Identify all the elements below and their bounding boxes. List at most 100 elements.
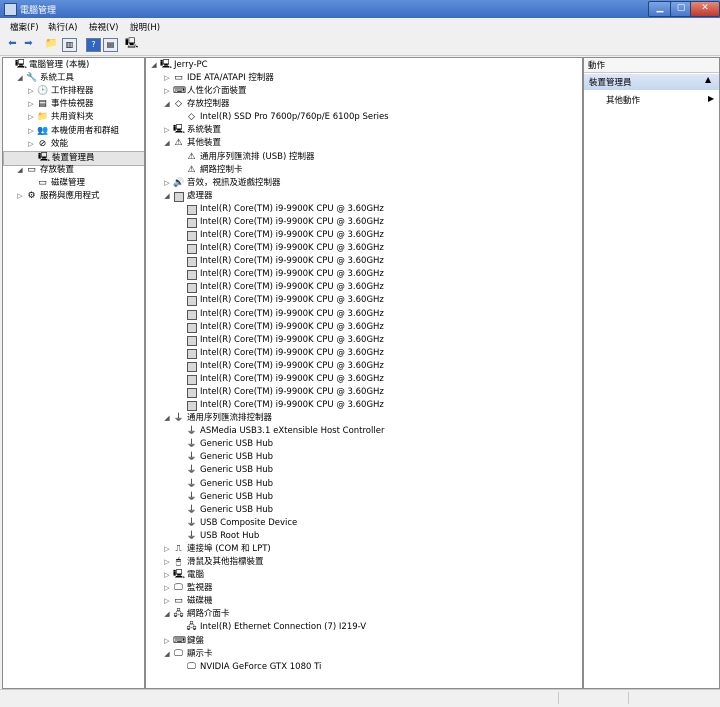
collapsed-arrow-icon[interactable]: ▷ (163, 85, 171, 98)
collapsed-arrow-icon[interactable]: ▷ (163, 595, 171, 608)
tree-item[interactable]: ◢ ◇ 存放控制器 (146, 98, 582, 111)
tree-item[interactable]: Intel(R) Core(TM) i9-9900K CPU @ 3.60GHz (146, 229, 582, 242)
collapsed-arrow-icon[interactable]: ▷ (16, 190, 24, 203)
collapsed-arrow-icon[interactable]: ▷ (27, 85, 35, 98)
minimize-button[interactable]: ▁ (648, 1, 672, 17)
tree-item[interactable]: Intel(R) Core(TM) i9-9900K CPU @ 3.60GHz (146, 347, 582, 360)
tree-item[interactable]: Intel(R) Core(TM) i9-9900K CPU @ 3.60GHz (146, 308, 582, 321)
expanded-arrow-icon[interactable]: ◢ (163, 608, 171, 621)
tree-item[interactable]: Intel(R) Core(TM) i9-9900K CPU @ 3.60GHz (146, 281, 582, 294)
collapsed-arrow-icon[interactable]: ▷ (163, 72, 171, 85)
collapsed-arrow-icon[interactable]: ▷ (27, 125, 35, 138)
tree-item[interactable]: ⚠ 網路控制卡 (146, 164, 582, 177)
tree-item[interactable]: ⚠ 通用序列匯流排 (USB) 控制器 (146, 151, 582, 164)
tree-item[interactable]: ⏚ Generic USB Hub (146, 451, 582, 464)
tree-item[interactable]: ⏚ Generic USB Hub (146, 438, 582, 451)
tree-item[interactable]: Intel(R) Core(TM) i9-9900K CPU @ 3.60GHz (146, 294, 582, 307)
tree-item[interactable]: ▷ 🕒 工作排程器 (3, 85, 144, 98)
tree-item[interactable]: ▷ ⎍ 連接埠 (COM 和 LPT) (146, 543, 582, 556)
tree-item[interactable]: ▷ ⌨ 鍵盤 (146, 635, 582, 648)
properties-icon[interactable]: ▤ (103, 38, 118, 52)
tree-item[interactable]: Intel(R) Core(TM) i9-9900K CPU @ 3.60GHz (146, 255, 582, 268)
menu-help[interactable]: 說明(H) (130, 21, 160, 33)
tree-item[interactable]: ◢ 處理器 (146, 190, 582, 203)
show-hide-tree-icon[interactable]: ▥ (62, 38, 77, 52)
collapsed-arrow-icon[interactable]: ▷ (163, 124, 171, 137)
menu-file[interactable]: 檔案(F) (10, 21, 39, 33)
tree-item[interactable]: ▭ 磁碟管理 (3, 177, 144, 190)
tree-item[interactable]: ◢ 🖵 顯示卡 (146, 648, 582, 661)
forward-arrow-icon[interactable]: ➡ (22, 38, 35, 50)
tree-item[interactable]: ⏚ Generic USB Hub (146, 464, 582, 477)
tree-item[interactable]: Intel(R) Core(TM) i9-9900K CPU @ 3.60GHz (146, 334, 582, 347)
tree-item[interactable]: Intel(R) Core(TM) i9-9900K CPU @ 3.60GHz (146, 399, 582, 412)
tree-item[interactable]: ◢ 🖳 Jerry-PC (146, 59, 582, 72)
menu-view[interactable]: 檢視(V) (89, 21, 118, 33)
tree-item[interactable]: ▷ 🖳 電腦 (146, 569, 582, 582)
tree-item[interactable]: ▷ ▭ 磁碟機 (146, 595, 582, 608)
expanded-arrow-icon[interactable]: ◢ (163, 412, 171, 425)
tree-item[interactable]: 🖵 NVIDIA GeForce GTX 1080 Ti (146, 661, 582, 674)
tree-item[interactable]: ⏚ Generic USB Hub (146, 504, 582, 517)
more-actions-item[interactable]: 其他動作 ▶ (584, 93, 719, 107)
collapsed-arrow-icon[interactable]: ▷ (163, 177, 171, 190)
scan-hardware-icon[interactable]: 🖳 (125, 38, 138, 50)
tree-item[interactable]: ◢ 🔧 系統工具 (3, 72, 144, 85)
tree-item[interactable]: 🖳 電腦管理 (本機) (3, 59, 144, 72)
expanded-arrow-icon[interactable]: ◢ (150, 59, 158, 72)
tree-item[interactable]: 🖧 Intel(R) Ethernet Connection (7) I219-V (146, 621, 582, 634)
tree-item[interactable]: Intel(R) Core(TM) i9-9900K CPU @ 3.60GHz (146, 242, 582, 255)
tree-item[interactable]: ▷ ▤ 事件檢視器 (3, 98, 144, 111)
actions-section-device-manager[interactable]: 裝置管理員 ▲ (584, 74, 719, 90)
tree-item[interactable]: ▷ 📁 共用資料夾 (3, 111, 144, 124)
expanded-arrow-icon[interactable]: ◢ (163, 137, 171, 150)
tree-item[interactable]: ▷ ⊘ 效能 (3, 138, 144, 151)
tree-item[interactable]: ◇ Intel(R) SSD Pro 7600p/760p/E 6100p Ser… (146, 111, 582, 124)
expanded-arrow-icon[interactable]: ◢ (163, 98, 171, 111)
tree-item[interactable]: ◢ ▭ 存放裝置 (3, 164, 144, 177)
expanded-arrow-icon[interactable]: ◢ (16, 164, 24, 177)
help-icon[interactable]: ? (86, 38, 101, 52)
collapsed-arrow-icon[interactable]: ▷ (163, 582, 171, 595)
collapsed-arrow-icon[interactable]: ▷ (163, 543, 171, 556)
collapsed-arrow-icon[interactable]: ▷ (163, 635, 171, 648)
tree-item[interactable]: ▷ ⚙ 服務與應用程式 (3, 190, 144, 203)
collapsed-arrow-icon[interactable]: ▷ (27, 98, 35, 111)
sound-icon: 🔊 (173, 177, 185, 188)
tree-item[interactable]: ⏚ USB Composite Device (146, 517, 582, 530)
tree-item[interactable]: Intel(R) Core(TM) i9-9900K CPU @ 3.60GHz (146, 360, 582, 373)
collapsed-arrow-icon[interactable]: ▷ (27, 138, 35, 151)
tree-item[interactable]: ◢ ⚠ 其他裝置 (146, 137, 582, 150)
tree-item[interactable]: ⏚ Generic USB Hub (146, 478, 582, 491)
maximize-button[interactable]: ▢ (670, 1, 692, 17)
tree-item[interactable]: ▷ 👥 本機使用者和群組 (3, 125, 144, 138)
tree-item[interactable]: ▷ ⌨ 人性化介面裝置 (146, 85, 582, 98)
tree-item[interactable]: ⏚ ASMedia USB3.1 eXtensible Host Controll… (146, 425, 582, 438)
collapse-up-icon[interactable]: ▲ (705, 75, 711, 84)
expanded-arrow-icon[interactable]: ◢ (163, 648, 171, 661)
expanded-arrow-icon[interactable]: ◢ (16, 72, 24, 85)
collapsed-arrow-icon[interactable]: ▷ (27, 111, 35, 124)
tree-item[interactable]: Intel(R) Core(TM) i9-9900K CPU @ 3.60GHz (146, 268, 582, 281)
tree-item[interactable]: Intel(R) Core(TM) i9-9900K CPU @ 3.60GHz (146, 321, 582, 334)
tree-item[interactable]: ◢ ⏚ 通用序列匯流排控制器 (146, 412, 582, 425)
close-button[interactable]: ✕ (690, 1, 720, 17)
tree-item[interactable]: ◢ 🖧 網路介面卡 (146, 608, 582, 621)
tree-item[interactable]: ▷ 🖳 系統裝置 (146, 124, 582, 137)
tree-item[interactable]: ▷ ▭ IDE ATA/ATAPI 控制器 (146, 72, 582, 85)
tree-item[interactable]: ▷ 🖱 滑鼠及其他指標裝置 (146, 556, 582, 569)
tree-item[interactable]: ▷ 🖵 監視器 (146, 582, 582, 595)
tree-item[interactable]: Intel(R) Core(TM) i9-9900K CPU @ 3.60GHz (146, 386, 582, 399)
tree-item[interactable]: Intel(R) Core(TM) i9-9900K CPU @ 3.60GHz (146, 203, 582, 216)
tree-item[interactable]: Intel(R) Core(TM) i9-9900K CPU @ 3.60GHz (146, 373, 582, 386)
collapsed-arrow-icon[interactable]: ▷ (163, 569, 171, 582)
menu-action[interactable]: 執行(A) (48, 21, 77, 33)
up-folder-icon[interactable]: 📁 (45, 38, 58, 50)
tree-item[interactable]: ⏚ USB Root Hub (146, 530, 582, 543)
tree-item[interactable]: ▷ 🔊 音效，視訊及遊戲控制器 (146, 177, 582, 190)
tree-item[interactable]: Intel(R) Core(TM) i9-9900K CPU @ 3.60GHz (146, 216, 582, 229)
collapsed-arrow-icon[interactable]: ▷ (163, 556, 171, 569)
back-arrow-icon[interactable]: ⬅ (6, 38, 19, 50)
expanded-arrow-icon[interactable]: ◢ (163, 190, 171, 203)
tree-item[interactable]: ⏚ Generic USB Hub (146, 491, 582, 504)
